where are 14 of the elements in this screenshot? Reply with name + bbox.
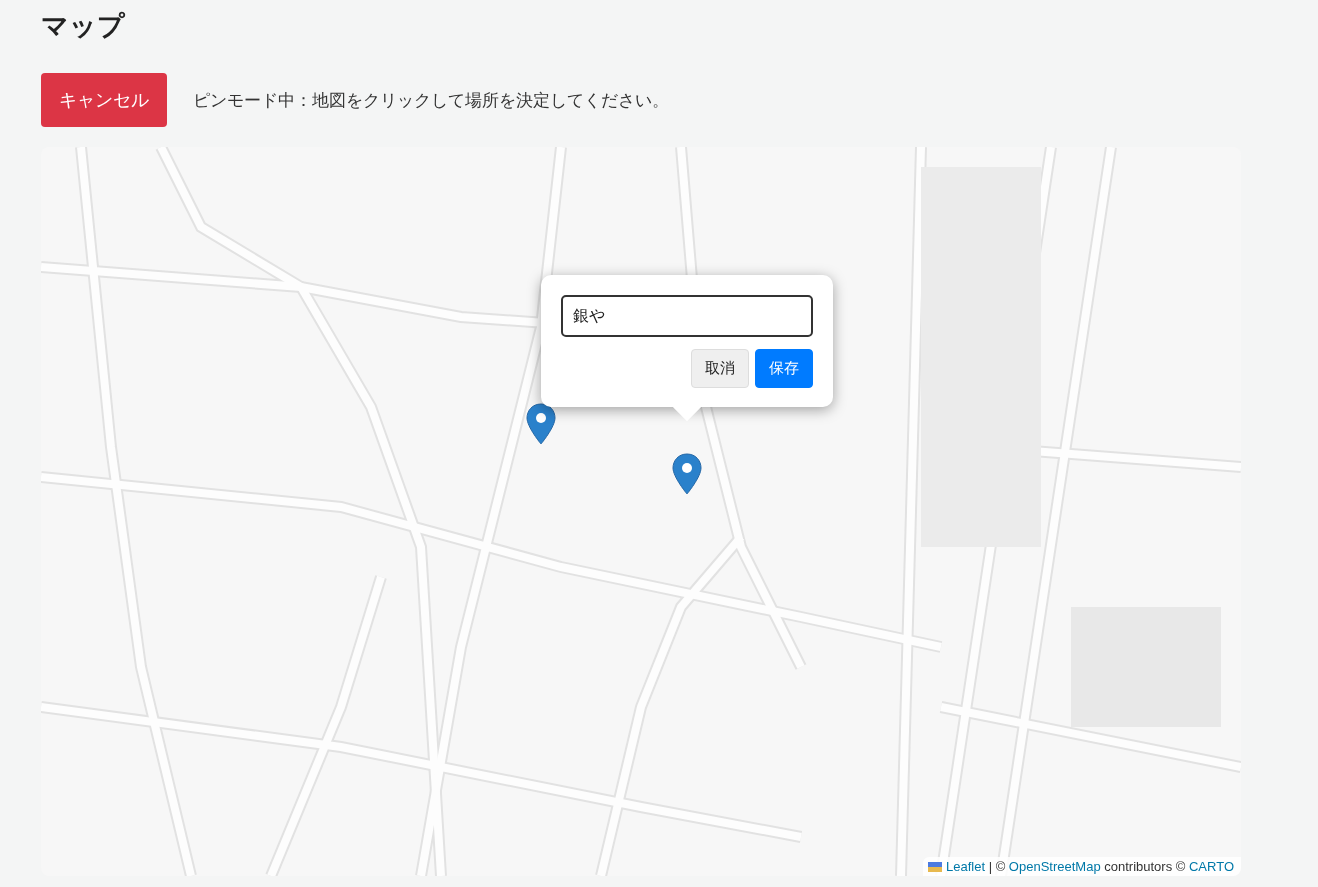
name-input-field[interactable]: 銀や [561,295,813,337]
save-button[interactable]: 保存 [755,349,813,388]
flag-icon [928,861,942,872]
map-view[interactable]: 銀や 取消 保存 Leaflet | © OpenStreetMap contributors © CARTO [41,147,1241,876]
mode-message: ピンモード中：地図をクリックして場所を決定してください。 [193,88,669,112]
attribution-link[interactable]: Leaflet [946,859,986,874]
attribution-link[interactable]: CARTO [1188,859,1234,874]
map-marker-icon[interactable] [671,453,703,495]
map-attribution: Leaflet | © OpenStreetMap contributors © CARTO [923,857,1241,876]
page-title: マップ [41,9,126,43]
map-marker-icon[interactable] [525,403,557,445]
cancel-button[interactable]: キャンセル [41,73,167,127]
cancel-button[interactable]: 取消 [691,349,749,388]
attribution-link[interactable]: OpenStreetMap [1008,859,1101,874]
